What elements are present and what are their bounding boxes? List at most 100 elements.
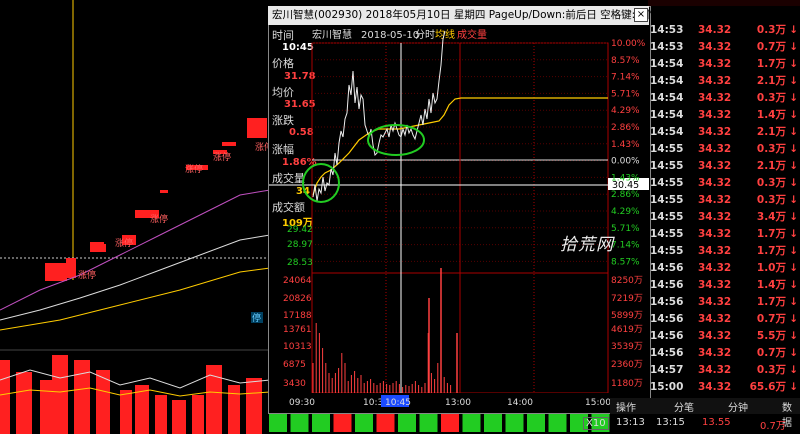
volume-axis-right-label: 1180万 [611, 379, 643, 389]
pct-axis-label: 7.14% [611, 241, 640, 251]
bottom-info-row: 13:13 X10 13:15 13.55 0.7万 [583, 415, 800, 433]
tick-price: 34.32 [698, 211, 732, 223]
tick-row: 14:56 34.32 1.4万 ↓ [648, 277, 800, 294]
tick-list[interactable]: 14:53 34.32 0.3万 ↓ 14:53 34.32 0.7万 ↓ 14:54 34.32… [648, 22, 800, 398]
tick-price: 34.32 [698, 262, 732, 274]
tick-vol: 1.4万 [756, 109, 786, 121]
volume-axis-right-label: 7219万 [611, 294, 643, 304]
tick-time: 14:57 [650, 364, 684, 376]
tick-row: 14:53 34.32 0.7万 ↓ [648, 39, 800, 56]
bottom-strip-cell [376, 414, 395, 432]
bottom-strip-cell [398, 414, 416, 432]
tick-vol: 1.4万 [756, 279, 786, 291]
pct-axis-label: 8.57% [611, 56, 640, 66]
kline-volume-bar [74, 360, 90, 434]
price-axis-label: 28.97 [287, 240, 313, 250]
bottom-strip-cell [505, 414, 524, 432]
tick-vol: 0.7万 [756, 41, 786, 53]
volume-axis-label: 6875 [283, 360, 306, 370]
tick-vol: 0.3万 [756, 143, 786, 155]
limit-up-tag: 涨停 [213, 151, 231, 163]
bottom-strip-cell [462, 414, 481, 432]
tick-row: 14:55 34.32 1.7万 ↓ [648, 226, 800, 243]
tick-row: 14:54 34.32 2.1万 ↓ [648, 124, 800, 141]
tick-dir: ↓ [789, 279, 798, 291]
tick-dir: ↓ [789, 245, 798, 257]
close-button[interactable]: × [634, 8, 648, 22]
tick-price: 34.32 [698, 92, 732, 104]
tick-time: 15:00 [650, 381, 684, 393]
intraday-chart[interactable]: 宏川智慧 2018-05-10 分时 均线 成交量 30.45 10.00%8.… [269, 25, 649, 412]
tick-row: 15:00 34.32 65.6万 ↓ [648, 379, 800, 396]
watermark-text: 拾荒网 [560, 235, 614, 255]
bottom-strip-cell [333, 414, 352, 432]
tick-row: 14:54 34.32 0.3万 ↓ [648, 90, 800, 107]
bottom-strip-cell [484, 414, 502, 432]
kline-volume-bar [0, 360, 10, 434]
pct-axis-label: 1.43% [611, 140, 640, 150]
chart-stock-name: 宏川智慧 [312, 28, 352, 41]
tick-price: 34.32 [698, 41, 732, 53]
kline-volume-bar [228, 385, 240, 434]
kline-volume-bar [120, 390, 132, 434]
tick-price: 34.32 [698, 177, 732, 189]
tick-dir: ↓ [789, 381, 798, 393]
tab-fenzhong[interactable]: 分钟 [728, 399, 748, 414]
tick-time: 14:55 [650, 194, 684, 206]
bottom-tab-bar[interactable]: 操作 分笔 分钟 数据 [610, 398, 800, 429]
tick-time: 14:55 [650, 228, 684, 240]
bottom-strip-cell [355, 414, 373, 432]
volume-axis-label: 3430 [283, 379, 306, 389]
tick-price: 34.32 [698, 279, 732, 291]
limit-up-tag: 涨停 [115, 237, 133, 249]
popup-titlebar[interactable]: 宏川智慧(002930) 2018年05月10日 星期四 PageUp/Down… [268, 6, 707, 25]
tick-vol: 0.3万 [756, 92, 786, 104]
tick-vol: 1.7万 [756, 245, 786, 257]
tick-price: 34.32 [698, 109, 732, 121]
price-axis-label: 29.42 [287, 225, 313, 235]
time-axis-label: 14:00 [507, 398, 533, 408]
tick-vol: 2.1万 [756, 160, 786, 172]
zoom-x10[interactable]: X10 [583, 417, 609, 430]
tick-vol: 1.7万 [756, 296, 786, 308]
pct-axis-label: 5.71% [611, 89, 640, 99]
quote-header-strip [648, 0, 800, 6]
bottom-time-2: 13:15 [656, 417, 685, 428]
tick-dir: ↓ [789, 228, 798, 240]
tick-time: 14:56 [650, 262, 684, 274]
tick-vol: 2.1万 [756, 75, 786, 87]
bottom-strip-cell [290, 414, 309, 432]
tick-row: 14:56 34.32 0.7万 ↓ [648, 311, 800, 328]
kline-volume-bar [52, 355, 68, 434]
kline-volume-bar [172, 400, 186, 434]
limit-up-tag: 涨停 [150, 213, 168, 225]
tick-dir: ↓ [789, 313, 798, 325]
tick-row: 14:54 34.32 1.7万 ↓ [648, 56, 800, 73]
volume-axis-label: 17188 [283, 311, 312, 321]
tick-dir: ↓ [789, 143, 798, 155]
tick-row: 14:54 34.32 1.4万 ↓ [648, 107, 800, 124]
tick-vol: 1.7万 [756, 58, 786, 70]
tick-dir: ↓ [789, 24, 798, 36]
tab-operate[interactable]: 操作 [616, 399, 636, 414]
volume-axis-label: 10313 [283, 342, 312, 352]
pct-axis-label: 4.29% [611, 207, 640, 217]
tick-dir: ↓ [789, 58, 798, 70]
tick-dir: ↓ [789, 126, 798, 138]
kline-volume-bar [192, 395, 204, 434]
tick-vol: 3.4万 [756, 211, 786, 223]
pct-axis-label: 10.00% [611, 39, 646, 49]
tick-time: 14:55 [650, 160, 684, 172]
kline-volume-bar [16, 372, 32, 434]
kline-candle [160, 190, 168, 193]
tab-fenbi[interactable]: 分笔 [674, 399, 694, 414]
bottom-strip-cell [312, 414, 330, 432]
kline-candle [66, 258, 76, 278]
pct-axis-label: 2.86% [611, 123, 640, 133]
pct-axis-label: 8.57% [611, 257, 640, 267]
bottom-price-2: 13.55 [702, 417, 731, 428]
tick-price: 34.32 [698, 330, 732, 342]
bottom-strip-cell [269, 414, 287, 432]
tick-time: 14:53 [650, 41, 684, 53]
tick-time: 14:54 [650, 126, 684, 138]
